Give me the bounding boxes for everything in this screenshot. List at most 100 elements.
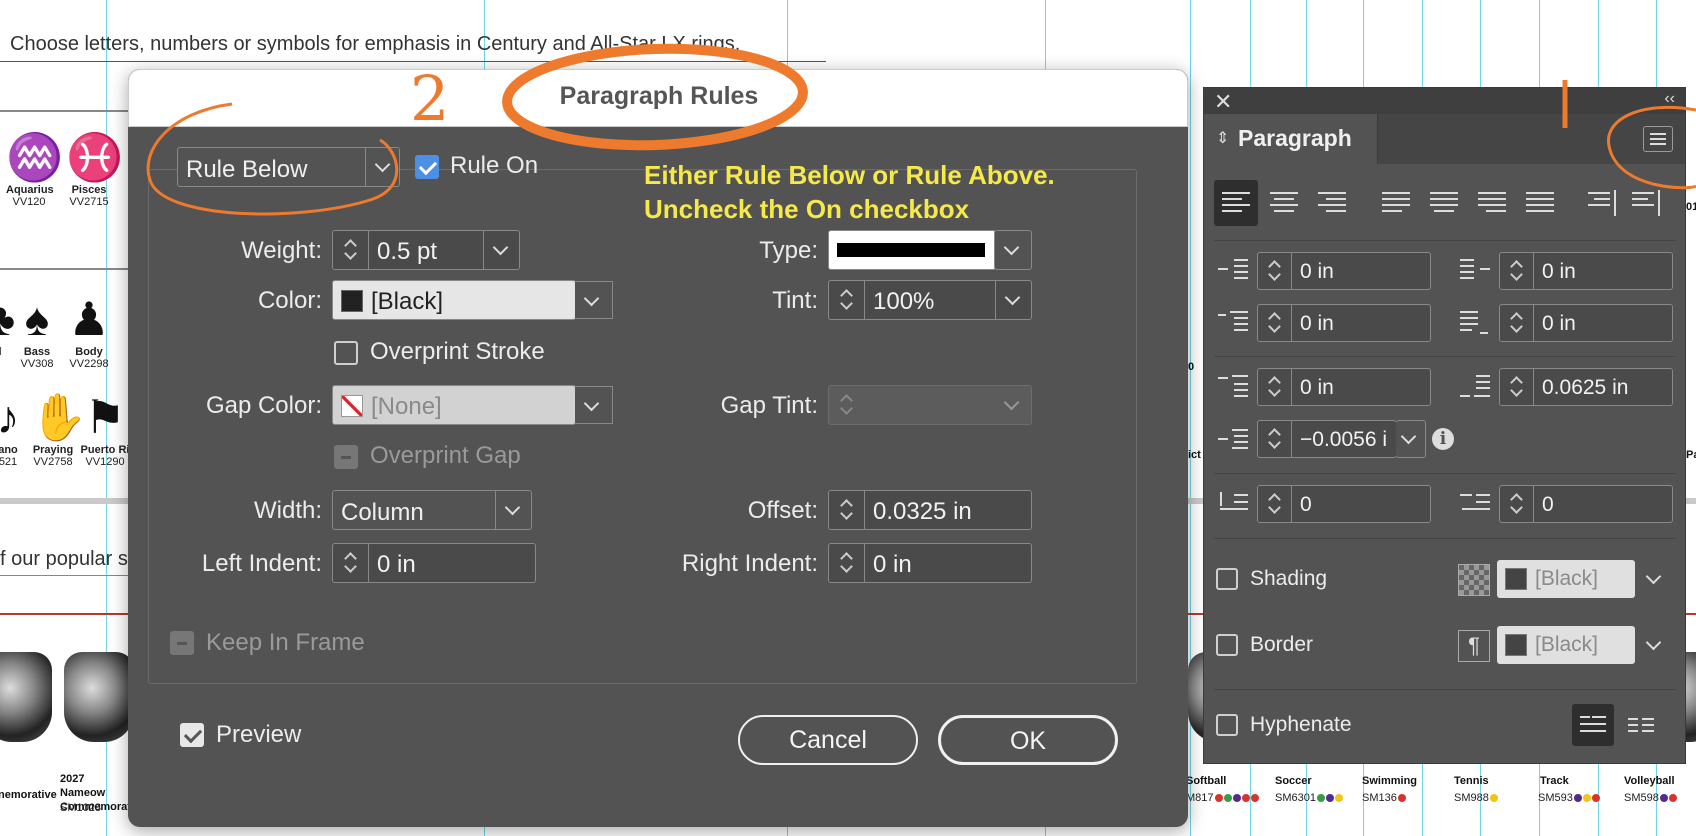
chevron-down-icon[interactable] [1637, 560, 1669, 598]
gap-tint-field[interactable] [828, 385, 1032, 425]
space-after-field[interactable]: 0.0625 in [1499, 368, 1673, 406]
stepper-icon[interactable] [1258, 369, 1292, 405]
drop-cap-chars-icon [1458, 486, 1492, 520]
space-between-field[interactable]: −0.0056 i [1257, 420, 1397, 458]
close-icon[interactable]: ✕ [1214, 89, 1232, 115]
chevron-down-icon[interactable] [575, 281, 613, 319]
paragraph-composer-icon[interactable] [1620, 704, 1662, 746]
single-line-composer-icon[interactable] [1572, 704, 1614, 746]
first-line-indent-field[interactable]: 0 in [1257, 304, 1431, 342]
color-select[interactable]: [Black] [332, 280, 613, 320]
drop-cap-lines-field[interactable]: 0 [1257, 485, 1431, 523]
overprint-gap-checkbox[interactable] [334, 445, 358, 469]
left-indent-field[interactable]: 0 in [1257, 252, 1431, 290]
border-color-select[interactable]: [Black] [1497, 626, 1635, 664]
keep-in-frame-checkbox[interactable] [170, 631, 194, 655]
overprint-stroke-checkbox[interactable] [334, 341, 358, 365]
chevron-down-icon[interactable] [495, 491, 531, 529]
panel-header[interactable]: ✕ ‹‹ [1204, 88, 1685, 114]
symbol-bass[interactable]: ♠ Bass VV308 [14, 292, 60, 370]
stepper-icon[interactable] [829, 386, 865, 424]
collapse-icon[interactable]: ‹‹ [1664, 90, 1675, 108]
stepper-icon[interactable] [1500, 369, 1534, 405]
left-indent-field[interactable]: 0 in [332, 543, 536, 583]
stepper-icon[interactable] [1500, 486, 1534, 522]
tint-field[interactable]: 100% [828, 280, 1032, 320]
right-indent-field[interactable]: 0 in [1499, 252, 1673, 290]
chevron-down-icon[interactable] [1395, 421, 1425, 457]
justify-left-icon[interactable] [1374, 180, 1418, 226]
stepper-icon[interactable] [1258, 253, 1292, 289]
shading-color-select[interactable]: [Black] [1497, 560, 1635, 598]
stepper-icon[interactable] [1258, 305, 1292, 341]
stepper-icon[interactable] [1258, 486, 1292, 522]
color-dot [1214, 794, 1223, 803]
ok-button[interactable]: OK [938, 715, 1118, 765]
chevron-down-icon[interactable] [365, 148, 399, 186]
hyphenate-checkbox[interactable] [1216, 714, 1238, 736]
symbol-piano[interactable]: ♪ ano 521 [0, 390, 28, 468]
space-before-field[interactable]: 0 in [1257, 368, 1431, 406]
rule-on-checkbox[interactable] [415, 155, 439, 179]
symbol-body[interactable]: ♟ Body VV2298 [66, 292, 112, 370]
color-dot [1668, 794, 1677, 803]
align-away-spine-icon[interactable] [1626, 180, 1670, 226]
dialog-title-bar[interactable]: Paragraph Rules [128, 69, 1188, 127]
chevron-down-icon[interactable] [995, 231, 1031, 269]
space-between-dropdown[interactable] [1396, 420, 1426, 458]
zodiac-pisces[interactable]: ♓ Pisces VV2715 [66, 130, 123, 208]
sport-code: SM593 [1538, 792, 1600, 804]
preview-checkbox[interactable] [180, 723, 204, 747]
panel-menu-icon[interactable] [1643, 126, 1673, 152]
color-swatch [341, 290, 363, 312]
document-intro-text[interactable]: Choose letters, numbers or symbols for e… [10, 33, 740, 56]
align-towards-spine-icon[interactable] [1582, 180, 1626, 226]
cancel-button[interactable]: Cancel [738, 715, 918, 765]
align-center-icon[interactable] [1262, 180, 1306, 226]
color-dots [1573, 792, 1600, 804]
justify-all-icon[interactable] [1518, 180, 1562, 226]
symbol-praying[interactable]: ✋ Praying VV2758 [30, 390, 87, 468]
pilcrow-icon[interactable]: ¶ [1458, 630, 1490, 662]
info-icon[interactable]: i [1432, 428, 1454, 450]
chevron-down-icon[interactable] [483, 231, 519, 269]
drop-cap-chars-field[interactable]: 0 [1499, 485, 1673, 523]
chevron-down-icon[interactable] [995, 386, 1031, 424]
stepper-icon[interactable] [829, 491, 865, 529]
chevron-down-icon[interactable] [575, 386, 613, 424]
zodiac-aquarius[interactable]: ♒ Aquarius VV120 [6, 130, 63, 208]
stepper-icon[interactable] [829, 544, 865, 582]
last-line-indent-field[interactable]: 0 in [1499, 304, 1673, 342]
stepper-icon[interactable] [333, 544, 369, 582]
align-left-icon[interactable] [1214, 180, 1258, 226]
drop-cap-lines-value: 0 [1300, 493, 1312, 516]
right-indent-field[interactable]: 0 in [828, 543, 1032, 583]
align-right-icon[interactable] [1310, 180, 1354, 226]
justify-right-icon[interactable] [1470, 180, 1514, 226]
panel-divider [1214, 356, 1676, 357]
symbol-puerto-rico[interactable]: ⚑ Puerto Ri VV1290 [80, 390, 130, 468]
shading-checkbox[interactable] [1216, 568, 1238, 590]
stepper-icon[interactable] [1258, 421, 1292, 457]
icon-name: Bass [23, 346, 51, 358]
chevron-down-icon[interactable] [1637, 626, 1669, 664]
width-select[interactable]: Column [332, 490, 532, 530]
gap-color-select[interactable]: [None] [332, 385, 613, 425]
shading-pattern-icon[interactable] [1458, 564, 1490, 596]
stroke-type-dropdown[interactable] [994, 230, 1032, 270]
weight-field[interactable]: 0.5 pt [332, 230, 520, 270]
ring-image[interactable] [0, 652, 52, 742]
justify-center-icon[interactable] [1422, 180, 1466, 226]
ring-image[interactable] [64, 652, 134, 742]
stepper-icon[interactable] [1500, 253, 1534, 289]
offset-field[interactable]: 0.0325 in [828, 490, 1032, 530]
icon-name: Body [75, 346, 103, 358]
stepper-icon[interactable] [333, 231, 369, 269]
tab-paragraph[interactable]: ⇕ Paragraph [1204, 114, 1378, 164]
rule-type-select[interactable]: Rule Below [177, 147, 400, 187]
border-checkbox[interactable] [1216, 634, 1238, 656]
stroke-type-select[interactable] [828, 230, 996, 270]
stepper-icon[interactable] [1500, 305, 1534, 341]
chevron-down-icon[interactable] [995, 281, 1031, 319]
stepper-icon[interactable] [829, 281, 865, 319]
